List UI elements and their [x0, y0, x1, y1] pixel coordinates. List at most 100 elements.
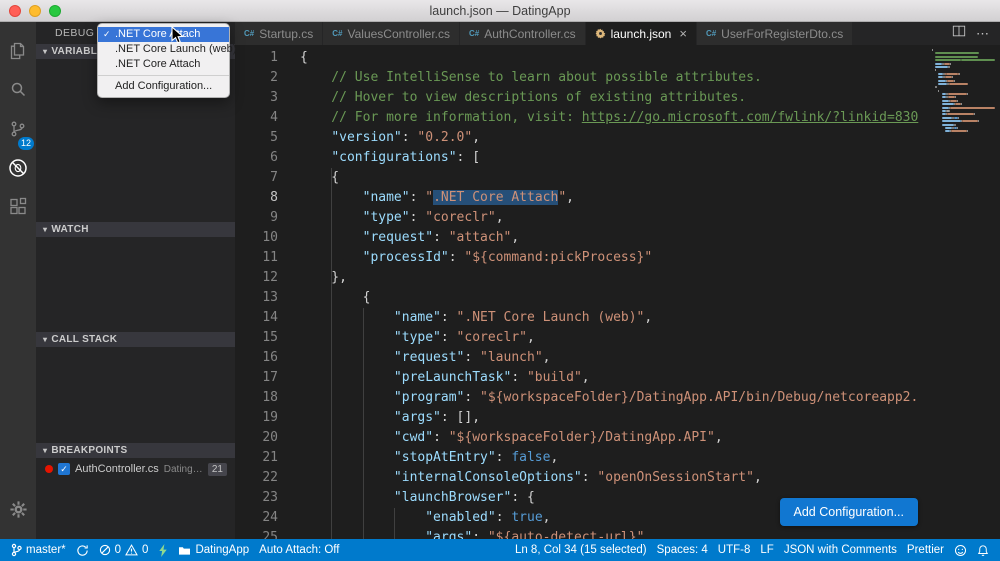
code-line[interactable]: // Hover to view descriptions of existin… [300, 88, 930, 108]
code-area[interactable]: { // Use IntelliSense to learn about pos… [290, 45, 930, 539]
code-line[interactable]: { [300, 48, 930, 68]
minimap-line [932, 120, 1000, 123]
explorer-icon[interactable] [0, 31, 36, 70]
code-line[interactable]: "args": "${auto-detect-url}", [300, 528, 930, 539]
code-line[interactable]: "cwd": "${workspaceFolder}/DatingApp.API… [300, 428, 930, 448]
line-number[interactable]: 13 [235, 288, 278, 308]
line-number[interactable]: 17 [235, 368, 278, 388]
menu-item-Add Configuration...[interactable]: Add Configuration... [98, 79, 229, 94]
zoom-window-button[interactable] [49, 5, 61, 17]
line-number[interactable]: 6 [235, 148, 278, 168]
line-number[interactable]: 15 [235, 328, 278, 348]
auto-attach-status[interactable]: Auto Attach: Off [254, 544, 344, 556]
folder-name: DatingApp [195, 544, 250, 556]
line-number[interactable]: 16 [235, 348, 278, 368]
line-number[interactable]: 25 [235, 528, 278, 539]
code-line[interactable]: "type": "coreclr", [300, 328, 930, 348]
menu-item-.NET Core Launch (web)[interactable]: .NET Core Launch (web) [98, 42, 236, 57]
menu-item-.NET Core Attach[interactable]: ✓ .NET Core Attach [98, 27, 229, 42]
split-editor-icon[interactable] [952, 24, 966, 43]
line-number[interactable]: 18 [235, 388, 278, 408]
indentation-setting[interactable]: Spaces: 4 [652, 544, 713, 556]
line-number[interactable]: 19 [235, 408, 278, 428]
eol-setting[interactable]: LF [755, 544, 778, 556]
code-line[interactable]: { [300, 168, 930, 188]
section-watch[interactable]: ▾ WATCH [36, 222, 235, 237]
notifications-bell-icon[interactable] [972, 544, 994, 557]
source-control-icon[interactable]: 12 [0, 109, 36, 150]
debug-icon[interactable] [0, 148, 36, 187]
line-number[interactable]: 5 [235, 128, 278, 148]
encoding-setting[interactable]: UTF-8 [713, 544, 756, 556]
line-number[interactable]: 4 [235, 108, 278, 128]
code-line[interactable]: "type": "coreclr", [300, 208, 930, 228]
editor[interactable]: 1 2 3 4 5 6 7 8 9 10 11 12 13 14 15 16 17 18 19 20 21 22 23 24 2… [235, 45, 1000, 539]
code-line[interactable]: }, [300, 268, 930, 288]
search-icon[interactable] [0, 70, 36, 109]
breakpoint-checkbox[interactable]: ✓ [58, 463, 70, 475]
line-number[interactable]: 8 [235, 188, 278, 208]
code-line[interactable]: "configurations": [ [300, 148, 930, 168]
line-number[interactable]: 24 [235, 508, 278, 528]
section-breakpoints[interactable]: ▾ BREAKPOINTS [36, 443, 235, 458]
minimize-window-button[interactable] [29, 5, 41, 17]
editor-group: C# Startup.cs C# ValuesController.cs C# AuthC… [235, 22, 1000, 539]
sync-button[interactable] [71, 544, 94, 557]
line-number[interactable]: 12 [235, 268, 278, 288]
code-line[interactable]: "program": "${workspaceFolder}/DatingApp… [300, 388, 930, 408]
minimap[interactable] [930, 45, 1000, 539]
formatter-indicator[interactable]: Prettier [902, 544, 949, 556]
auto-attach-plug[interactable] [153, 543, 173, 557]
code-line[interactable]: "enabled": true, [300, 508, 930, 528]
close-window-button[interactable] [9, 5, 21, 17]
line-number[interactable]: 14 [235, 308, 278, 328]
cursor-position[interactable]: Ln 8, Col 34 (15 selected) [510, 544, 652, 556]
language-mode[interactable]: JSON with Comments [779, 544, 902, 556]
line-number[interactable]: 20 [235, 428, 278, 448]
menu-item-.NET Core Attach[interactable]: .NET Core Attach [98, 57, 229, 72]
code-line[interactable]: // For more information, visit: https://… [300, 108, 930, 128]
branch-indicator[interactable]: master* [6, 543, 71, 557]
line-number[interactable]: 23 [235, 488, 278, 508]
code-line[interactable]: "request": "launch", [300, 348, 930, 368]
tab-AuthController.cs[interactable]: C# AuthController.cs [460, 22, 586, 45]
line-number[interactable]: 3 [235, 88, 278, 108]
code-line[interactable]: "name": ".NET Core Attach", [300, 188, 930, 208]
problems-indicator[interactable]: 0 0 [94, 544, 154, 556]
tab-close-icon[interactable]: × [679, 26, 687, 41]
tab-Startup.cs[interactable]: C# Startup.cs [235, 22, 324, 45]
section-call-stack[interactable]: ▾ CALL STACK [36, 332, 235, 347]
code-line[interactable]: "preLaunchTask": "build", [300, 368, 930, 388]
code-line[interactable]: "version": "0.2.0", [300, 128, 930, 148]
tab-label: Startup.cs [259, 26, 314, 41]
tab-launch.json[interactable]: launch.json × [585, 22, 697, 45]
code-line[interactable]: "stopAtEntry": false, [300, 448, 930, 468]
breakpoint-item[interactable]: ✓ AuthController.cs DatingApp... 21 [36, 460, 235, 478]
minimap-line [932, 65, 1000, 68]
code-line[interactable]: "name": ".NET Core Launch (web)", [300, 308, 930, 328]
code-line[interactable]: "internalConsoleOptions": "openOnSession… [300, 468, 930, 488]
extensions-icon[interactable] [0, 187, 36, 226]
line-number[interactable]: 9 [235, 208, 278, 228]
line-number[interactable]: 1 [235, 48, 278, 68]
folder-indicator[interactable]: DatingApp [173, 544, 254, 556]
gear-icon[interactable] [0, 490, 36, 529]
code-line[interactable]: "launchBrowser": { [300, 488, 930, 508]
line-number[interactable]: 22 [235, 468, 278, 488]
line-number[interactable]: 7 [235, 168, 278, 188]
code-line[interactable]: "request": "attach", [300, 228, 930, 248]
menu-item-label: .NET Core Attach [115, 28, 201, 40]
line-number[interactable]: 11 [235, 248, 278, 268]
code-line[interactable]: { [300, 288, 930, 308]
line-number[interactable]: 21 [235, 448, 278, 468]
tab-UserForRegisterDto.cs[interactable]: C# UserForRegisterDto.cs [696, 22, 854, 45]
code-line[interactable]: // Use IntelliSense to learn about possi… [300, 68, 930, 88]
feedback-smiley-icon[interactable] [949, 544, 972, 557]
line-number[interactable]: 2 [235, 68, 278, 88]
code-line[interactable]: "args": [], [300, 408, 930, 428]
line-number[interactable]: 10 [235, 228, 278, 248]
more-actions-icon[interactable]: ⋯ [976, 26, 990, 42]
tab-ValuesController.cs[interactable]: C# ValuesController.cs [323, 22, 460, 45]
code-line[interactable]: "processId": "${command:pickProcess}" [300, 248, 930, 268]
csharp-file-icon: C# [705, 29, 717, 38]
